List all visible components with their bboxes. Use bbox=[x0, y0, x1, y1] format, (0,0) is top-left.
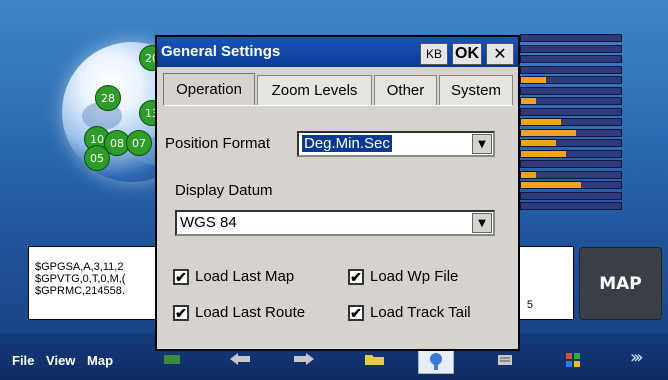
signal-bar bbox=[520, 181, 622, 189]
close-button[interactable]: ✕ bbox=[486, 43, 514, 65]
menu-file[interactable]: File bbox=[12, 353, 34, 368]
checkbox-box[interactable]: ✔ bbox=[173, 268, 189, 285]
dialog-title-bar: General Settings KB OK ✕ bbox=[157, 37, 518, 67]
operation-panel: Position Format Deg.Min.Sec ▼ Display Da… bbox=[165, 105, 512, 348]
chevron-right-icon[interactable]: ››› bbox=[630, 347, 643, 368]
load-wp-file-checkbox[interactable]: ✔ Load Wp File bbox=[348, 268, 458, 285]
menu-view[interactable]: View bbox=[46, 353, 75, 368]
dialog-title: General Settings bbox=[161, 43, 281, 60]
satellite-marker: 05 bbox=[84, 145, 110, 171]
chevron-down-icon[interactable]: ▼ bbox=[472, 213, 492, 233]
load-wp-file-label: Load Wp File bbox=[370, 268, 459, 285]
load-last-map-checkbox[interactable]: ✔ Load Last Map bbox=[173, 268, 294, 285]
signal-bar-fill bbox=[521, 77, 546, 83]
signal-bar bbox=[520, 149, 622, 158]
keyboard-button[interactable]: KB bbox=[420, 43, 448, 65]
menu-bar: File View Map bbox=[12, 353, 121, 368]
signal-bar bbox=[520, 34, 622, 42]
folder-icon[interactable] bbox=[364, 352, 386, 366]
satellite-marker: 07 bbox=[126, 130, 152, 156]
signal-bar bbox=[520, 118, 622, 126]
tab-other[interactable]: Other bbox=[374, 75, 437, 105]
general-settings-dialog: General Settings KB OK ✕ Operation Zoom … bbox=[155, 35, 520, 351]
signal-bar-fill bbox=[521, 171, 536, 178]
signal-bar bbox=[520, 76, 622, 84]
signal-bar bbox=[520, 170, 622, 179]
display-datum-label: Display Datum bbox=[175, 182, 273, 199]
signal-bar bbox=[520, 97, 622, 105]
start-windows-icon[interactable] bbox=[565, 352, 581, 368]
checkbox-box[interactable]: ✔ bbox=[173, 304, 189, 321]
signal-bar-fill bbox=[521, 140, 556, 146]
display-datum-select[interactable]: WGS 84 ▼ bbox=[175, 210, 495, 236]
load-track-tail-label: Load Track Tail bbox=[370, 304, 471, 321]
position-format-label: Position Format bbox=[165, 135, 271, 152]
close-icon: ✕ bbox=[493, 46, 507, 63]
signal-bar-fill bbox=[521, 150, 566, 157]
ok-button[interactable]: OK bbox=[452, 43, 482, 65]
signal-bar bbox=[520, 44, 622, 53]
signal-bar bbox=[520, 191, 622, 200]
forward-arrow-icon[interactable] bbox=[292, 352, 316, 366]
load-track-tail-checkbox[interactable]: ✔ Load Track Tail bbox=[348, 304, 471, 321]
tab-operation[interactable]: Operation bbox=[163, 73, 255, 105]
layer-icon[interactable] bbox=[162, 352, 182, 366]
load-last-route-label: Load Last Route bbox=[195, 304, 306, 321]
signal-bar bbox=[520, 86, 622, 95]
display-datum-value: WGS 84 bbox=[180, 214, 237, 231]
load-last-map-label: Load Last Map bbox=[195, 268, 295, 285]
signal-bar bbox=[520, 202, 622, 210]
checkbox-box[interactable]: ✔ bbox=[348, 268, 364, 285]
satellite-marker: 28 bbox=[95, 85, 121, 111]
load-last-route-checkbox[interactable]: ✔ Load Last Route bbox=[173, 304, 305, 321]
signal-bar bbox=[520, 65, 622, 74]
signal-bar-fill bbox=[521, 119, 561, 125]
keyboard-icon[interactable] bbox=[497, 352, 513, 368]
menu-map[interactable]: Map bbox=[87, 353, 113, 368]
signal-bar bbox=[520, 139, 622, 147]
signal-bar-fill bbox=[521, 98, 536, 104]
signal-bar-fill bbox=[521, 182, 581, 188]
signal-bar-fill bbox=[521, 129, 576, 136]
checkbox-box[interactable]: ✔ bbox=[348, 304, 364, 321]
signal-bar bbox=[520, 128, 622, 137]
tab-zoom-levels[interactable]: Zoom Levels bbox=[257, 75, 372, 105]
signal-bar bbox=[520, 160, 622, 168]
position-format-select[interactable]: Deg.Min.Sec ▼ bbox=[297, 131, 495, 157]
map-button[interactable]: MAP bbox=[579, 247, 662, 320]
position-format-value: Deg.Min.Sec bbox=[302, 135, 392, 152]
signal-bar bbox=[520, 107, 622, 116]
nmea-line-tail: 5 bbox=[526, 299, 533, 311]
back-arrow-icon[interactable] bbox=[228, 352, 252, 366]
chevron-down-icon[interactable]: ▼ bbox=[472, 134, 492, 154]
signal-bar bbox=[520, 55, 622, 63]
tab-system[interactable]: System bbox=[439, 75, 513, 105]
